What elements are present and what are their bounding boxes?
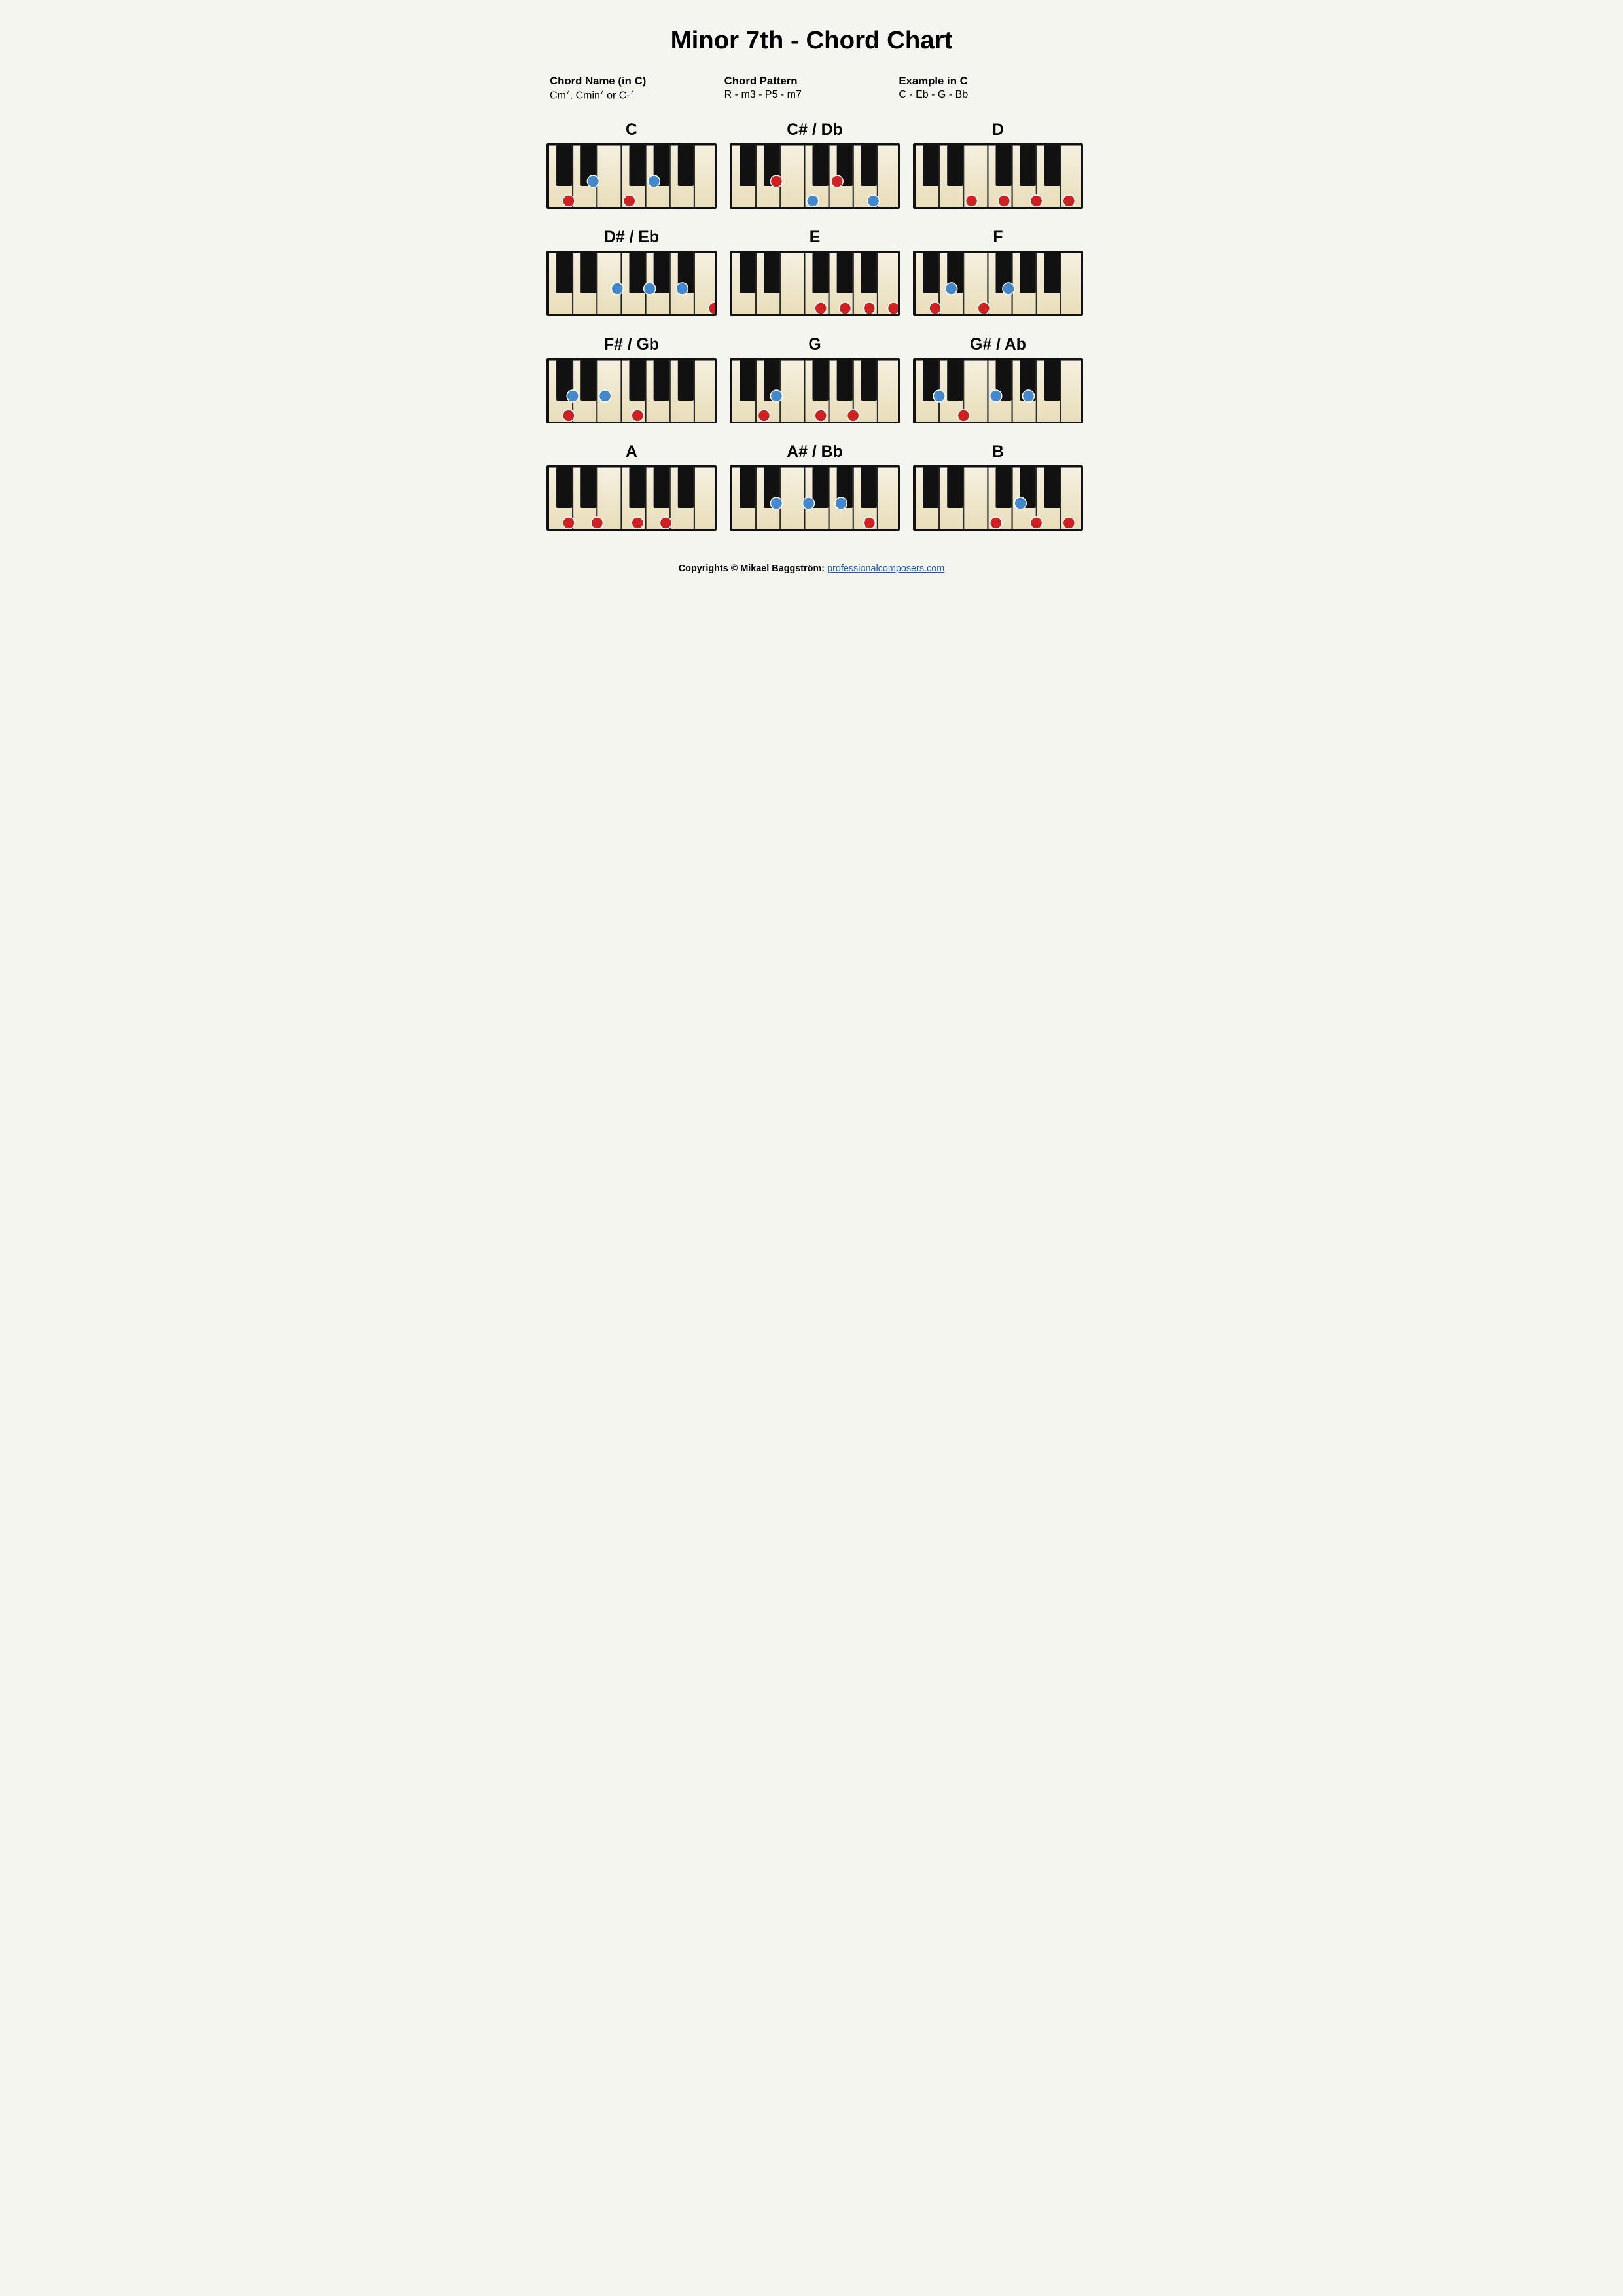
chord-pattern-col: Chord Pattern R - m3 - P5 - m7	[724, 75, 899, 101]
piano-2	[913, 143, 1083, 209]
chord-title-11: B	[992, 443, 1004, 461]
piano-9	[546, 465, 717, 531]
chord-cell-GAb: G# / Ab	[913, 336, 1083, 423]
chord-cell-C: C	[546, 121, 717, 209]
chord-cell-A: A	[546, 443, 717, 531]
piano-5	[913, 251, 1083, 316]
chord-cell-CDb: C# / Db	[730, 121, 900, 209]
chord-title-7: G	[808, 336, 821, 354]
chord-cell-B: B	[913, 443, 1083, 531]
footer: Copyrights © Mikael Baggström: professio…	[543, 564, 1080, 574]
chord-title-5: F	[993, 228, 1003, 247]
chord-title-6: F# / Gb	[604, 336, 659, 354]
chord-pattern-label: Chord Pattern	[724, 75, 899, 88]
chord-title-1: C# / Db	[787, 121, 842, 139]
chord-name-label: Chord Name (in C)	[550, 75, 724, 88]
piano-6	[546, 358, 717, 423]
chord-cell-D: D	[913, 121, 1083, 209]
info-section: Chord Name (in C) Cm7, Cmin7 or C-7 Chor…	[543, 75, 1080, 101]
chord-title-8: G# / Ab	[970, 336, 1026, 354]
piano-0	[546, 143, 717, 209]
piano-3	[546, 251, 717, 316]
footer-text: Copyrights © Mikael Baggström:	[679, 564, 827, 574]
chord-name-value: Cm7, Cmin7 or C-7	[550, 89, 724, 101]
chord-cell-FGb: F# / Gb	[546, 336, 717, 423]
chord-pattern-value: R - m3 - P5 - m7	[724, 89, 899, 101]
page-title: Minor 7th - Chord Chart	[543, 26, 1080, 55]
piano-4	[730, 251, 900, 316]
piano-8	[913, 358, 1083, 423]
chord-title-10: A# / Bb	[787, 443, 842, 461]
example-value: C - Eb - G - Bb	[899, 89, 1073, 101]
piano-11	[913, 465, 1083, 531]
chord-cell-G: G	[730, 336, 900, 423]
chord-name-col: Chord Name (in C) Cm7, Cmin7 or C-7	[550, 75, 724, 101]
piano-1	[730, 143, 900, 209]
chord-grid: C C# / Db D D# / Eb E	[543, 121, 1080, 531]
piano-10	[730, 465, 900, 531]
chord-title-2: D	[992, 121, 1004, 139]
chord-cell-F: F	[913, 228, 1083, 316]
example-col: Example in C C - Eb - G - Bb	[899, 75, 1073, 101]
example-label: Example in C	[899, 75, 1073, 88]
piano-7	[730, 358, 900, 423]
footer-link[interactable]: professionalcomposers.com	[827, 564, 944, 574]
chord-title-0: C	[626, 121, 637, 139]
chord-cell-ABb: A# / Bb	[730, 443, 900, 531]
chord-cell-DEb: D# / Eb	[546, 228, 717, 316]
chord-title-4: E	[810, 228, 821, 247]
chord-title-3: D# / Eb	[604, 228, 659, 247]
chord-title-9: A	[626, 443, 637, 461]
chord-cell-E: E	[730, 228, 900, 316]
